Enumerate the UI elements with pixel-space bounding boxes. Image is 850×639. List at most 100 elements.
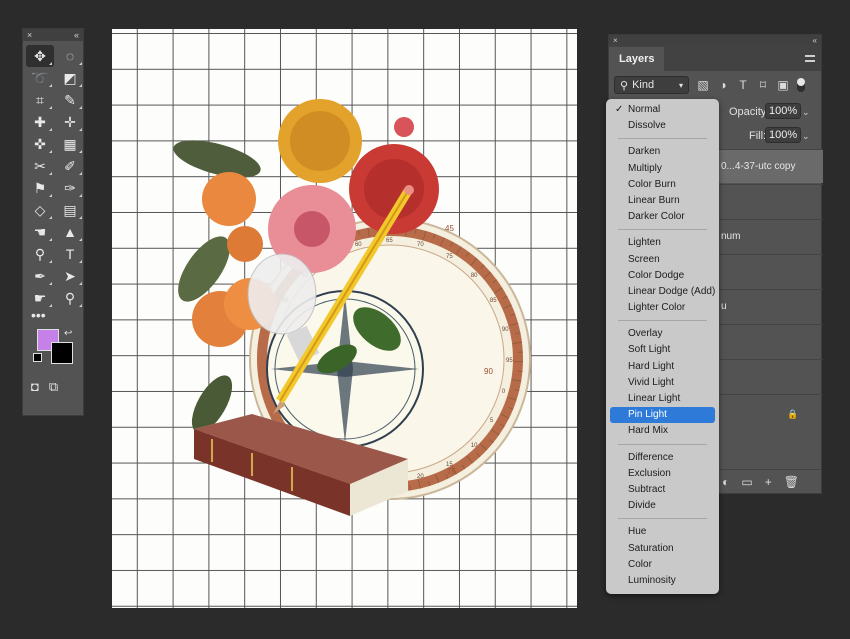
image-filter-icon[interactable]: ▧	[697, 78, 709, 92]
layer-row[interactable]	[719, 184, 823, 218]
close-icon[interactable]: ×	[27, 30, 32, 40]
marquee-tool[interactable]: ◌	[56, 45, 84, 67]
collapse-icon[interactable]: «	[813, 36, 817, 45]
smudge-tool[interactable]: ☚	[26, 221, 54, 243]
smudge-tool-icon: ☚	[33, 223, 47, 240]
bandage-tool[interactable]: ✜	[26, 133, 54, 155]
new-group-icon[interactable]: ▭	[741, 475, 752, 489]
fill-field[interactable]: 100%	[765, 127, 802, 143]
pen-tool[interactable]: ✒	[26, 265, 54, 287]
opacity-field[interactable]: 100%	[765, 103, 802, 119]
layer-row[interactable]: 🔒	[719, 394, 823, 434]
blend-mode-item[interactable]: Saturation	[610, 541, 715, 557]
path-select-tool[interactable]: ➤	[56, 265, 84, 287]
tool-group-indicator	[79, 106, 82, 109]
tool-group-indicator	[49, 304, 52, 307]
dodge-tool[interactable]: ⚲	[26, 243, 54, 265]
blend-mode-label: Linear Light	[628, 393, 681, 404]
frame-tool[interactable]: ▦	[56, 133, 84, 155]
scale-label: 90	[502, 327, 509, 333]
blend-mode-item[interactable]: Hue	[610, 524, 715, 540]
chevron-down-icon[interactable]: ⌄	[802, 107, 810, 118]
eyedropper-tool[interactable]: ✎	[56, 89, 84, 111]
blend-mode-item[interactable]: Lighter Color	[610, 300, 715, 316]
filter-kind-select[interactable]: ⚲ Kind ▾	[614, 76, 689, 94]
history-brush-tool[interactable]: ✑	[56, 177, 84, 199]
document-canvas[interactable]: 45505560657075808590950510152025303540 4…	[112, 29, 577, 608]
blend-mode-label: Darken	[628, 146, 661, 158]
hand-tool[interactable]: ☛	[26, 287, 54, 309]
tool-group-indicator	[49, 260, 52, 263]
blend-mode-item[interactable]: Soft Light	[610, 342, 715, 358]
layer-row[interactable]: u	[719, 289, 823, 323]
panel-menu-icon[interactable]	[805, 55, 815, 62]
compass-tick-label: 45	[445, 224, 454, 233]
layer-row[interactable]	[719, 324, 823, 358]
blend-mode-item[interactable]: Luminosity	[610, 573, 715, 589]
blend-mode-item[interactable]: Color	[610, 557, 715, 573]
shape-filter-icon[interactable]: ⌑	[757, 78, 769, 92]
blend-mode-item[interactable]: Overlay	[610, 326, 715, 342]
tool-group-indicator	[79, 62, 82, 65]
content-aware-tool[interactable]: ✛	[56, 111, 84, 133]
quick-mask-icon[interactable]: ◘	[31, 379, 39, 395]
blend-mode-item[interactable]: Linear Dodge (Add)	[610, 284, 715, 300]
layer-row[interactable]	[719, 359, 823, 393]
blend-mode-item[interactable]: Divide	[610, 498, 715, 514]
default-colors-icon[interactable]	[33, 353, 42, 362]
trash-icon[interactable]: 🗑	[784, 475, 799, 489]
blend-mode-item[interactable]: ✓ Normal	[610, 102, 715, 118]
blend-mode-item[interactable]: Darker Color	[610, 209, 715, 225]
triangle-tool[interactable]: ▲	[56, 221, 84, 243]
blend-mode-item[interactable]: Linear Light	[610, 391, 715, 407]
tool-group-indicator	[79, 304, 82, 307]
blend-mode-item[interactable]: Hard Mix	[610, 423, 715, 439]
blend-mode-item[interactable]: Darken	[610, 144, 715, 160]
close-icon[interactable]: ×	[613, 36, 618, 45]
object-select-tool[interactable]: ◩	[56, 67, 84, 89]
blend-mode-item[interactable]: Multiply	[610, 161, 715, 177]
collage-artwork: 45505560657075808590950510152025303540 4…	[173, 99, 531, 516]
filter-toggle[interactable]	[797, 78, 805, 92]
more-tools-icon[interactable]: •••	[23, 308, 83, 327]
zoom-tool[interactable]: ⚲	[56, 287, 84, 309]
type-filter-icon[interactable]: T	[737, 78, 749, 92]
type-tool[interactable]: T	[56, 243, 84, 265]
healing-brush-tool[interactable]: ✚	[26, 111, 54, 133]
puppet-warp-tool[interactable]: ✂	[26, 155, 54, 177]
layer-row[interactable]: num	[719, 219, 823, 253]
new-layer-icon[interactable]: +	[765, 475, 772, 489]
compass-tick-label: 75	[447, 467, 456, 476]
layer-row[interactable]: 0...4-37-utc copy	[719, 149, 823, 183]
blend-mode-item[interactable]: Vivid Light	[610, 375, 715, 391]
background-color-swatch[interactable]	[51, 342, 73, 364]
blend-mode-item[interactable]: Difference	[610, 450, 715, 466]
collapse-icon[interactable]: «	[74, 30, 79, 40]
blend-mode-item[interactable]: Exclusion	[610, 466, 715, 482]
blend-mode-item[interactable]: Subtract	[610, 482, 715, 498]
opacity-label: Opacity:	[729, 106, 770, 118]
adjustment-layer-icon[interactable]: ◐	[722, 475, 729, 489]
blend-mode-item[interactable]: Lighten	[610, 235, 715, 251]
tab-layers[interactable]: Layers	[609, 47, 665, 71]
gradient-tool[interactable]: ▤	[56, 199, 84, 221]
move-tool[interactable]: ✥	[26, 45, 54, 67]
screen-mode-icon[interactable]: ⧉	[49, 379, 58, 395]
layer-row[interactable]	[719, 254, 823, 288]
blend-mode-item[interactable]: Linear Burn	[610, 193, 715, 209]
chevron-down-icon[interactable]: ⌄	[802, 131, 810, 142]
eraser-tool[interactable]: ◇	[26, 199, 54, 221]
blend-mode-item[interactable]: Dissolve	[610, 118, 715, 134]
lasso-tool[interactable]: ➰	[26, 67, 54, 89]
blend-mode-item[interactable]: Hard Light	[610, 359, 715, 375]
crop-tool[interactable]: ⌗	[26, 89, 54, 111]
adjustment-filter-icon[interactable]: ◑	[717, 78, 729, 92]
stamp-tool[interactable]: ⚑	[26, 177, 54, 199]
blend-mode-item[interactable]: Color Dodge	[610, 268, 715, 284]
blend-mode-item[interactable]: Pin Light	[610, 407, 715, 424]
smart-filter-icon[interactable]: ▣	[777, 78, 789, 92]
brush-tool[interactable]: ✐	[56, 155, 84, 177]
blend-mode-item[interactable]: Screen	[610, 252, 715, 268]
blend-mode-item[interactable]: Color Burn	[610, 177, 715, 193]
swap-colors-icon[interactable]: ↩	[64, 328, 72, 339]
